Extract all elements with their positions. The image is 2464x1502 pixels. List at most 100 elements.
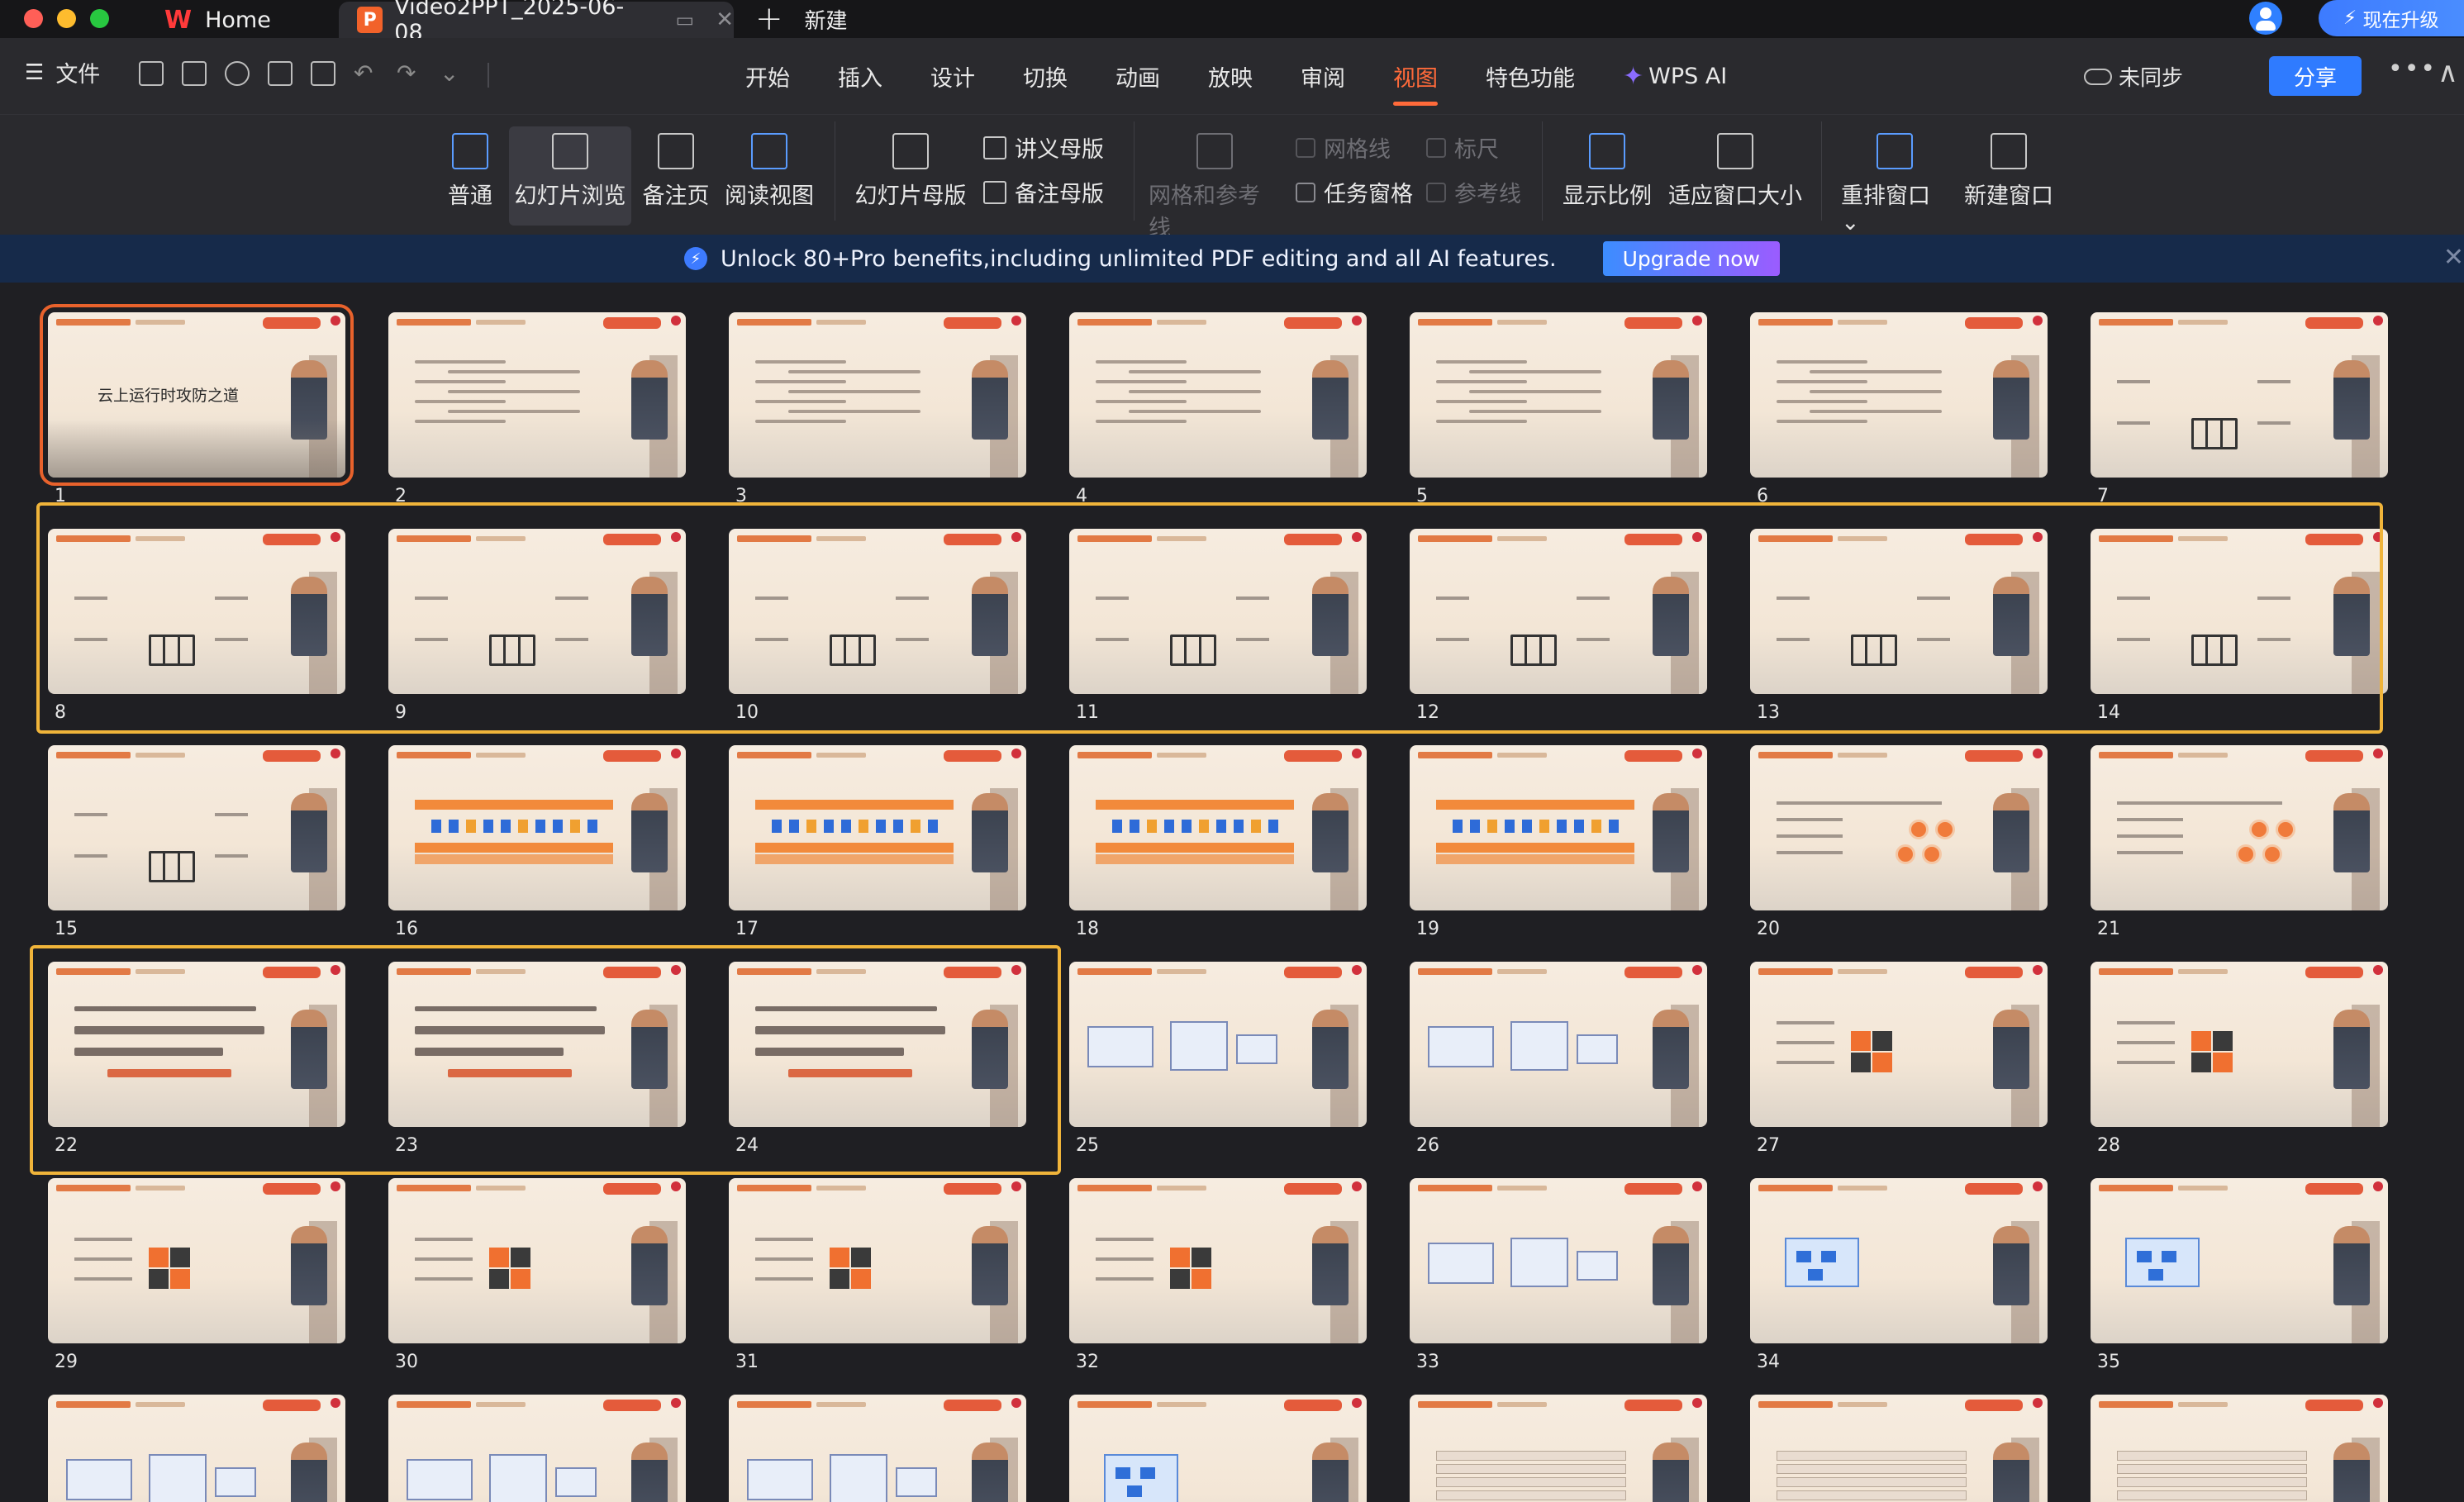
slide-number: 18 xyxy=(1076,919,1099,939)
reading-view-button[interactable]: 阅读视图 xyxy=(724,126,815,210)
minimize-window-button[interactable] xyxy=(57,9,76,28)
slide-master-button[interactable]: 幻灯片母版 xyxy=(854,126,967,210)
slide-thumbnail[interactable] xyxy=(1410,312,1707,478)
notes-page-button[interactable]: 备注页 xyxy=(641,126,711,210)
file-menu[interactable]: ☰ 文件 xyxy=(25,56,100,88)
slide-thumbnail[interactable] xyxy=(388,1395,686,1502)
more-icon[interactable]: ••• xyxy=(2388,55,2437,83)
tab-document[interactable]: P Video2PPT_2025-06-08_ ▭ ✕ xyxy=(339,0,734,45)
fit-window-button[interactable]: 适应窗口大小 xyxy=(1667,126,1803,210)
gridlines-label: 网格线 xyxy=(1324,137,1391,163)
maximize-window-button[interactable] xyxy=(90,9,109,28)
slide-thumbnail[interactable]: 云上运行时攻防之道 xyxy=(40,304,354,486)
slide-thumbnail[interactable] xyxy=(1750,312,2048,478)
tab-label: 放映 xyxy=(1208,65,1253,92)
tab-4[interactable]: 动画 xyxy=(1115,38,1160,114)
slide-thumbnail[interactable] xyxy=(1069,1395,1367,1502)
upgrade-now-promo-button[interactable]: Upgrade now xyxy=(1602,241,1780,276)
tab-5[interactable]: 放映 xyxy=(1208,38,1253,114)
new-tab-button[interactable]: + 新建 xyxy=(755,0,848,38)
tab-1[interactable]: 插入 xyxy=(838,38,882,114)
folder-icon[interactable] xyxy=(139,61,164,86)
handout-master-button[interactable]: 讲义母版 xyxy=(983,131,1104,164)
slide-thumbnail[interactable] xyxy=(1750,1395,2048,1502)
tab-0[interactable]: 开始 xyxy=(745,38,790,114)
chevron-icon[interactable]: ∧ xyxy=(2438,56,2458,89)
slide-thumbnail[interactable] xyxy=(1410,1395,1707,1502)
slide-thumbnail[interactable] xyxy=(729,312,1026,478)
slide-thumbnail[interactable] xyxy=(1750,1178,2048,1343)
tab-3[interactable]: 切换 xyxy=(1023,38,1068,114)
user-avatar-icon[interactable] xyxy=(2249,2,2282,35)
slide-thumbnail[interactable] xyxy=(388,312,686,478)
close-window-button[interactable] xyxy=(24,9,43,28)
monitor-icon[interactable]: ▭ xyxy=(676,8,695,31)
slide-title-text: 云上运行时攻防之道 xyxy=(98,387,240,405)
tab-8[interactable]: 特色功能 xyxy=(1486,38,1575,114)
ruler-checkbox[interactable]: 标尺 xyxy=(1426,131,1499,164)
hamburger-icon: ☰ xyxy=(25,59,45,85)
new-window-button[interactable]: 新建窗口 xyxy=(1963,126,2054,210)
share-button[interactable]: 分享 xyxy=(2269,56,2362,96)
gridlines-checkbox[interactable]: 网格线 xyxy=(1296,131,1391,164)
slide-thumbnail[interactable] xyxy=(388,1178,686,1343)
save-icon[interactable] xyxy=(182,61,207,86)
slide-thumbnail[interactable] xyxy=(48,1395,345,1502)
slide-number: 35 xyxy=(2097,1352,2120,1372)
undo-icon[interactable]: ↶ xyxy=(354,61,378,86)
chevron-down-icon[interactable]: ⌄ xyxy=(440,61,464,86)
slide-thumbnail[interactable] xyxy=(2091,1178,2388,1343)
slide-thumbnail[interactable] xyxy=(1069,962,1367,1127)
slide-sorter-button[interactable]: 幻灯片浏览 xyxy=(509,126,631,226)
slide-thumbnail[interactable] xyxy=(48,745,345,910)
print-preview-icon[interactable] xyxy=(311,61,335,86)
menu-bar: ☰ 文件 ↶ ↷ ⌄ 开始 插入 设计 切换 动画 放映 审阅 视图 特色功能 ✦ WPS AI 未… xyxy=(0,38,2464,114)
normal-view-button[interactable]: 普通 xyxy=(446,126,494,210)
slide-thumbnail[interactable] xyxy=(1069,1178,1367,1343)
bolt-icon: ⚡ xyxy=(684,247,707,270)
slide-thumbnail[interactable] xyxy=(1410,1178,1707,1343)
slide-number: 25 xyxy=(1076,1135,1099,1156)
redo-icon[interactable]: ↷ xyxy=(397,61,421,86)
slide-thumbnail[interactable] xyxy=(2091,962,2388,1127)
slide-thumbnail[interactable] xyxy=(1069,312,1367,478)
tab-2[interactable]: 设计 xyxy=(930,38,975,114)
checkbox-icon xyxy=(1426,182,1446,202)
tab-6[interactable]: 审阅 xyxy=(1301,38,1345,114)
guides-checkbox[interactable]: 参考线 xyxy=(1426,176,1521,208)
sync-status[interactable]: 未同步 xyxy=(2084,61,2183,92)
slide-thumbnail[interactable] xyxy=(388,745,686,910)
export-icon[interactable] xyxy=(225,61,250,86)
slide-thumbnail[interactable] xyxy=(729,745,1026,910)
slide-thumbnail[interactable] xyxy=(729,1395,1026,1502)
slide-thumbnail[interactable] xyxy=(1410,745,1707,910)
tab-9[interactable]: ✦ WPS AI xyxy=(1623,38,1727,114)
divider xyxy=(488,63,489,88)
wps-logo-icon: W xyxy=(164,5,193,35)
print-icon[interactable] xyxy=(268,61,293,86)
slide-thumbnail[interactable] xyxy=(48,1178,345,1343)
tab-7[interactable]: 视图 xyxy=(1393,38,1438,114)
slide-thumbnail[interactable] xyxy=(1069,745,1367,910)
slide-thumbnail[interactable] xyxy=(1750,745,2048,910)
quick-access-toolbar: ↶ ↷ ⌄ xyxy=(139,61,464,86)
grid-guides-button[interactable]: 网格和参考线 xyxy=(1149,126,1281,242)
fit-window-icon xyxy=(1717,133,1753,169)
notes-master-button[interactable]: 备注母版 xyxy=(983,176,1104,208)
slide-thumbnail[interactable] xyxy=(2091,1395,2388,1502)
task-pane-checkbox[interactable]: 任务窗格 xyxy=(1296,176,1413,208)
tab-label: 设计 xyxy=(930,65,975,92)
tab-home[interactable]: W Home xyxy=(150,2,333,38)
arrange-windows-button[interactable]: 重排窗口⌄ xyxy=(1841,126,1948,235)
close-icon[interactable]: ✕ xyxy=(2443,243,2464,272)
slide-thumbnail[interactable] xyxy=(2091,745,2388,910)
slide-number: 17 xyxy=(735,919,759,939)
notes-page-label: 备注页 xyxy=(642,183,710,209)
slide-thumbnail[interactable] xyxy=(2091,312,2388,478)
upgrade-now-button[interactable]: ⚡ 现在升级 xyxy=(2319,0,2464,36)
slide-thumbnail[interactable] xyxy=(1750,962,2048,1127)
slide-thumbnail[interactable] xyxy=(1410,962,1707,1127)
slide-thumbnail[interactable] xyxy=(729,1178,1026,1343)
zoom-button[interactable]: 显示比例 xyxy=(1562,126,1653,210)
close-tab-icon[interactable]: ✕ xyxy=(716,7,734,32)
